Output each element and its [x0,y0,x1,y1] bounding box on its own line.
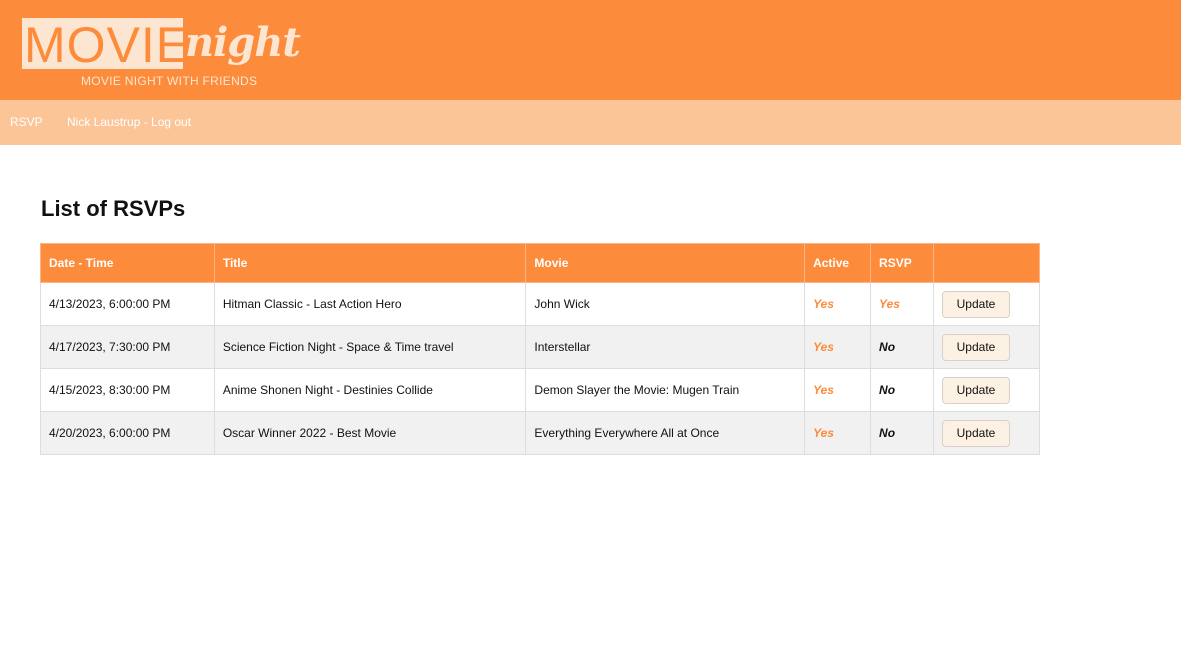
cell-movie: Demon Slayer the Movie: Mugen Train [525,368,806,412]
column-header-rsvp: RSVP [870,243,934,283]
table-row: 4/13/2023, 6:00:00 PM Hitman Classic - L… [40,282,1040,326]
column-header-datetime: Date - Time [40,243,215,283]
cell-movie: Everything Everywhere All at Once [525,411,806,455]
update-button[interactable]: Update [942,376,1010,404]
nav-rsvp-link[interactable]: RSVP [10,115,43,129]
cell-title: Anime Shonen Night - Destinies Collide [213,368,527,412]
cell-action: Update [933,411,1040,455]
cell-movie: Interstellar [525,325,806,369]
movie-night-logo[interactable]: MOVIE night MOVIE NIGHT WITH FRIENDS [22,18,302,92]
cell-rsvp: No [870,368,934,412]
cell-active: Yes [804,368,872,412]
cell-rsvp: No [870,411,934,455]
page-title: List of RSVPs [41,196,186,221]
main-nav: RSVP Nick Laustrup - Log out [0,100,1181,145]
cell-active: Yes [804,411,872,455]
nav-logout-link[interactable]: Nick Laustrup - Log out [67,115,191,129]
cell-title: Hitman Classic - Last Action Hero [213,282,527,326]
cell-rsvp: Yes [870,282,934,326]
cell-action: Update [933,325,1040,369]
update-button[interactable]: Update [942,333,1010,361]
site-header: MOVIE night MOVIE NIGHT WITH FRIENDS [0,0,1181,100]
cell-datetime: 4/15/2023, 8:30:00 PM [40,368,215,412]
cell-action: Update [933,368,1040,412]
cell-rsvp: No [870,325,934,369]
logo-tagline: MOVIE NIGHT WITH FRIENDS [81,74,258,88]
column-header-title: Title [213,243,527,283]
update-button[interactable]: Update [942,419,1010,447]
update-button[interactable]: Update [942,290,1010,318]
cell-datetime: 4/13/2023, 6:00:00 PM [40,282,215,326]
logo-box: MOVIE [22,18,189,70]
rsvp-table: Date - Time Title Movie Active RSVP 4/13… [40,243,1040,455]
table-row: 4/20/2023, 6:00:00 PM Oscar Winner 2022 … [40,411,1040,455]
table-header-row: Date - Time Title Movie Active RSVP [40,243,1040,283]
logo-word-night: night [185,19,301,66]
column-header-active: Active [804,243,872,283]
cell-active: Yes [804,325,872,369]
column-header-action [933,243,1040,283]
cell-title: Science Fiction Night - Space & Time tra… [213,325,527,369]
cell-movie: John Wick [525,282,806,326]
table-row: 4/17/2023, 7:30:00 PM Science Fiction Ni… [40,325,1040,369]
cell-datetime: 4/20/2023, 6:00:00 PM [40,411,215,455]
column-header-movie: Movie [525,243,806,283]
logo-word-movie: MOVIE [24,17,191,73]
cell-datetime: 4/17/2023, 7:30:00 PM [40,325,215,369]
cell-active: Yes [804,282,872,326]
cell-action: Update [933,282,1040,326]
cell-title: Oscar Winner 2022 - Best Movie [213,411,527,455]
table-row: 4/15/2023, 8:30:00 PM Anime Shonen Night… [40,368,1040,412]
